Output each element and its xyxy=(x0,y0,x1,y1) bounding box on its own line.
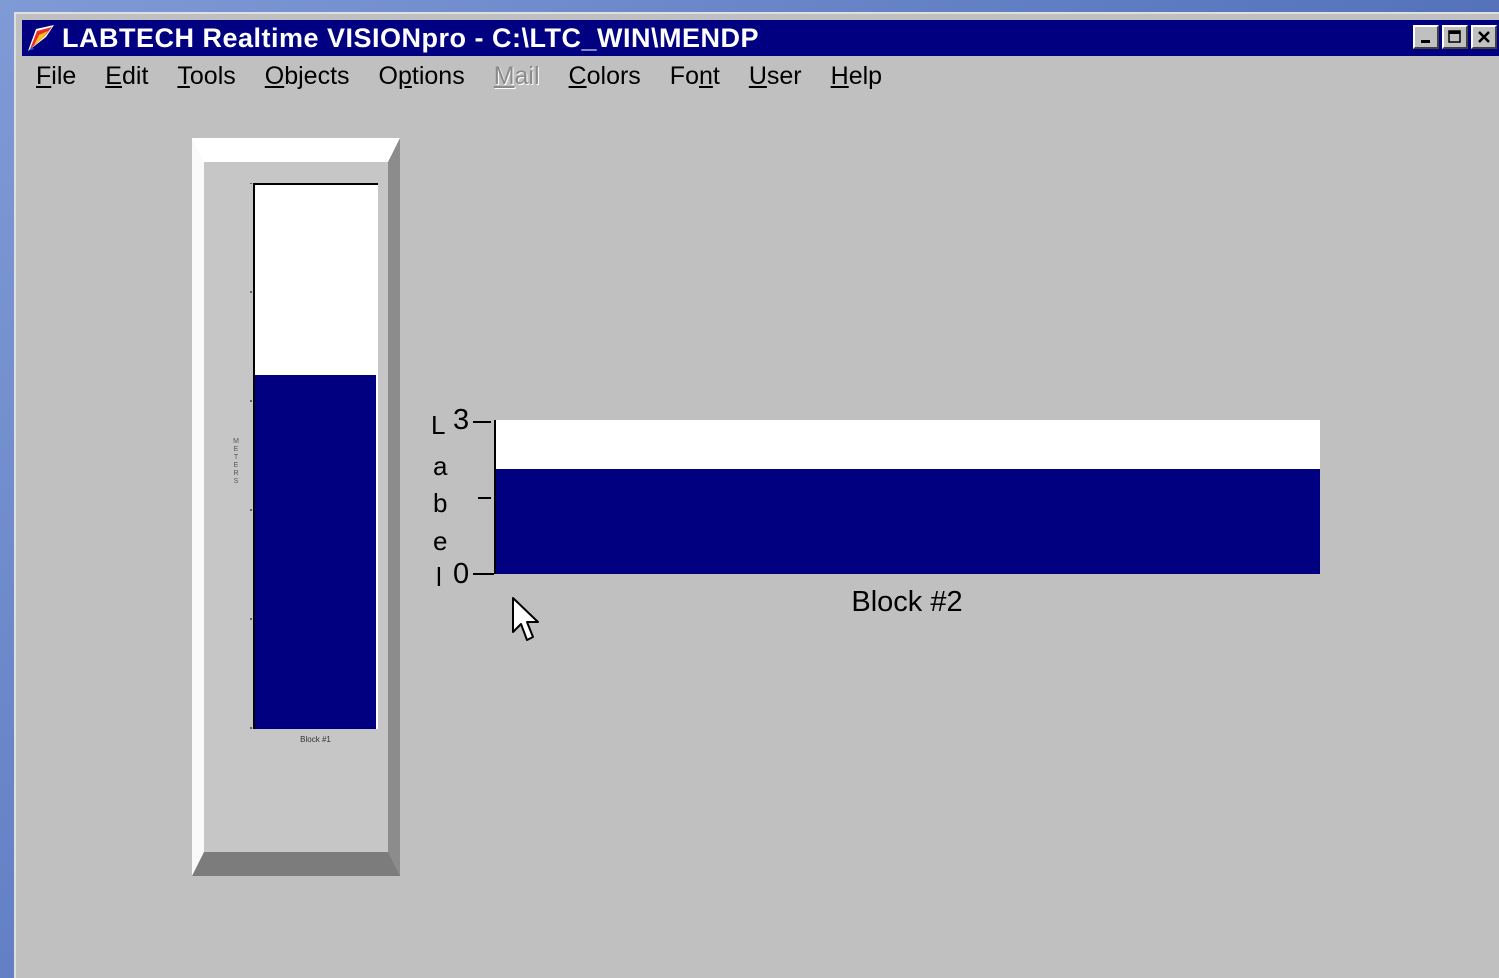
vertical-gauge-caption: Block #1 xyxy=(300,735,331,744)
tick-mid xyxy=(478,497,491,499)
panel-bevel-top xyxy=(192,138,400,162)
axis-label-letter: L xyxy=(431,410,446,440)
tick-label-max: 3 xyxy=(453,404,470,436)
vertical-gauge-fill xyxy=(255,375,376,729)
menu-bar: File Edit Tools Objects Options Mail Col… xyxy=(36,58,911,94)
vertical-gauge-ticks xyxy=(250,183,252,729)
axis-label-letter: a xyxy=(433,451,448,481)
vertical-gauge-bar xyxy=(253,183,378,729)
panel-bevel-right xyxy=(388,138,400,876)
horizontal-gauge-caption: Block #2 xyxy=(851,586,963,618)
title-bar[interactable]: LABTECH Realtime VISIONpro - C:\LTC_WIN\… xyxy=(22,20,1499,56)
panel-bevel-bottom xyxy=(192,852,400,876)
menu-file[interactable]: File xyxy=(36,62,76,91)
application-window: LABTECH Realtime VISIONpro - C:\LTC_WIN\… xyxy=(14,12,1499,978)
axis-label-letter: l xyxy=(436,562,442,592)
menu-options[interactable]: Options xyxy=(379,62,465,91)
menu-objects[interactable]: Objects xyxy=(265,62,350,91)
tick-max xyxy=(473,421,491,423)
menu-user[interactable]: User xyxy=(749,62,802,91)
minimize-button[interactable] xyxy=(1413,25,1439,49)
horizontal-gauge-bar xyxy=(494,420,1320,574)
panel-bevel-left xyxy=(192,138,204,876)
menu-tools[interactable]: Tools xyxy=(177,62,235,91)
horizontal-gauge-fill xyxy=(496,469,1320,574)
menu-mail: Mail xyxy=(493,61,540,90)
menu-font[interactable]: Font xyxy=(670,62,720,91)
minimize-icon xyxy=(1421,40,1430,43)
app-icon[interactable] xyxy=(26,23,56,53)
menu-edit[interactable]: Edit xyxy=(105,62,148,91)
axis-label-letter: b xyxy=(433,488,448,518)
menu-colors[interactable]: Colors xyxy=(569,62,641,91)
menu-help[interactable]: Help xyxy=(831,62,882,91)
tick-min xyxy=(473,573,494,575)
mouse-cursor-icon xyxy=(512,597,539,641)
close-button[interactable] xyxy=(1471,25,1497,49)
tick-label-min: 0 xyxy=(453,558,470,590)
maximize-button[interactable] xyxy=(1442,25,1468,49)
vertical-gauge-axis-label: METERS xyxy=(233,438,239,485)
vertical-gauge-panel[interactable]: METERS Block #1 xyxy=(192,138,400,876)
close-icon xyxy=(1478,31,1490,43)
axis-label-letter: e xyxy=(433,526,448,556)
maximize-icon xyxy=(1448,30,1461,43)
window-controls xyxy=(1413,25,1497,49)
window-title: LABTECH Realtime VISIONpro - C:\LTC_WIN\… xyxy=(62,22,760,53)
